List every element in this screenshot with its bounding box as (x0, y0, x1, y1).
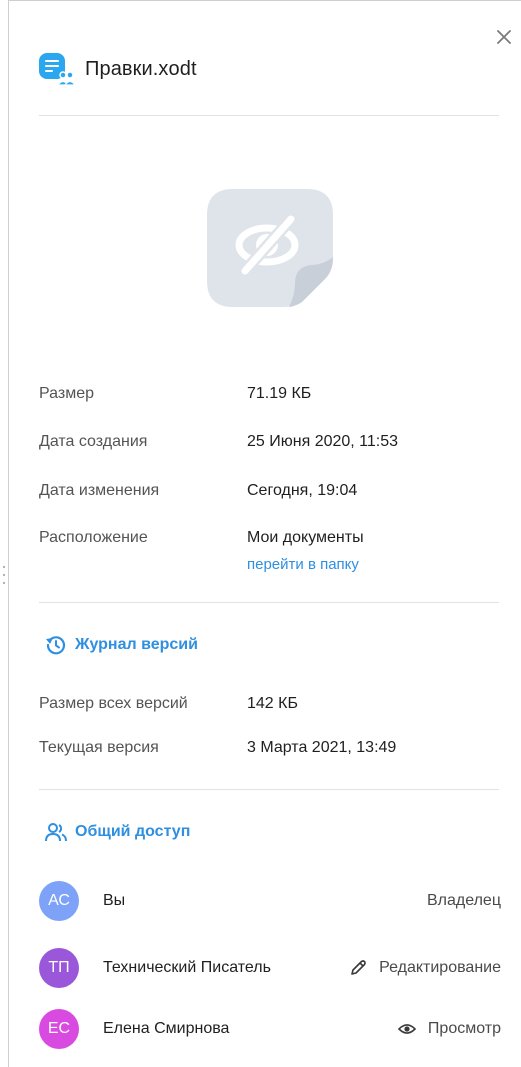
panel-header: Правки.xodt (39, 50, 197, 88)
divider (39, 789, 499, 790)
sharing-label: Общий доступ (75, 823, 191, 840)
avatar: ЕС (39, 1009, 79, 1049)
location-label: Расположение (39, 529, 148, 546)
file-title: Правки.xodt (85, 57, 197, 80)
eye-icon (397, 1024, 416, 1034)
current-version-label: Текущая версия (39, 739, 159, 756)
info-created: Дата создания 25 Июня 2020, 11:53 (39, 433, 501, 451)
resize-handle[interactable] (2, 566, 6, 584)
close-icon (497, 30, 511, 44)
info-current-version: Текущая версия 3 Марта 2021, 13:49 (39, 739, 501, 757)
info-location: Расположение Мои документы перейти в пап… (39, 529, 501, 573)
modified-label: Дата изменения (39, 482, 160, 499)
access-level[interactable]: Редактирование (349, 959, 501, 977)
sharing-link[interactable]: Общий доступ (45, 822, 190, 842)
info-size: Размер 71.19 КБ (39, 385, 501, 403)
divider (39, 602, 499, 603)
document-shared-icon (39, 51, 77, 87)
hidden-preview-icon (205, 187, 335, 307)
info-modified: Дата изменения Сегодня, 19:04 (39, 482, 501, 500)
current-version-value: 3 Марта 2021, 13:49 (247, 739, 397, 756)
share-user-row[interactable]: АС Вы Владелец (39, 881, 501, 921)
created-label: Дата создания (39, 433, 148, 450)
total-versions-label: Размер всех версий (39, 695, 188, 712)
users-icon (45, 823, 67, 842)
user-name: Технический Писатель (103, 959, 271, 976)
user-name: Вы (103, 892, 126, 909)
pencil-icon (351, 960, 366, 975)
divider (39, 115, 499, 116)
share-user-row[interactable]: ТП Технический Писатель Редактирование (39, 948, 501, 988)
go-to-folder-link[interactable]: перейти в папку (247, 556, 364, 573)
access-level[interactable]: Владелец (427, 892, 501, 910)
version-history-label: Журнал версий (75, 636, 198, 653)
info-total-versions: Размер всех версий 142 КБ (39, 695, 501, 713)
total-versions-value: 142 КБ (247, 695, 298, 712)
avatar: АС (39, 881, 79, 921)
close-button[interactable] (492, 25, 516, 49)
file-info-panel: Правки.xodt Размер 71.19 КБ Дата создани… (8, 0, 521, 1067)
size-value: 71.19 КБ (247, 385, 312, 402)
location-value: Мои документы (247, 529, 364, 546)
history-icon (46, 636, 66, 655)
share-user-row[interactable]: ЕС Елена Смирнова Просмотр (39, 1009, 501, 1049)
avatar: ТП (39, 948, 79, 988)
version-history-link[interactable]: Журнал версий (45, 634, 198, 656)
access-level[interactable]: Просмотр (397, 1020, 501, 1038)
modified-value: Сегодня, 19:04 (247, 482, 358, 499)
user-name: Елена Смирнова (103, 1020, 230, 1037)
size-label: Размер (39, 385, 94, 402)
created-value: 25 Июня 2020, 11:53 (247, 433, 399, 450)
